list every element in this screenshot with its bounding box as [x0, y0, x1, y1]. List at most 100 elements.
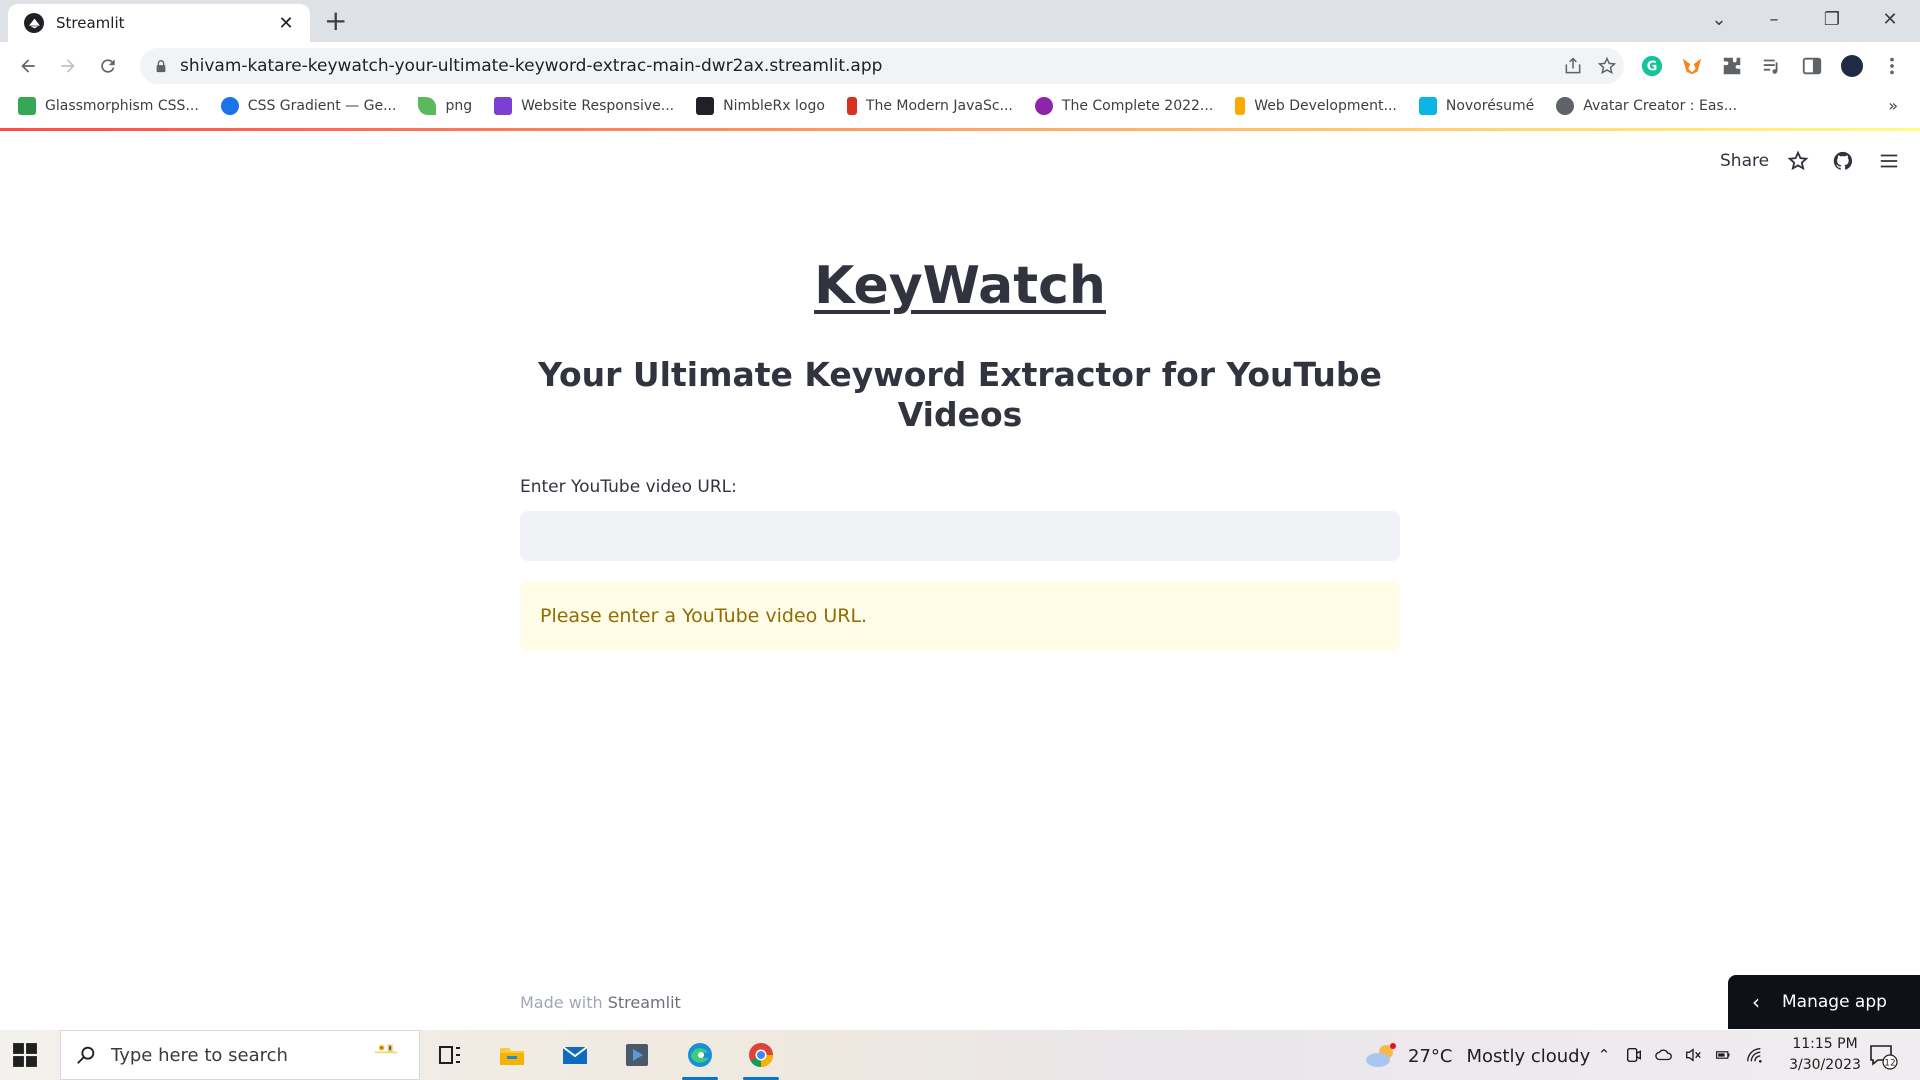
- battery-icon[interactable]: [1713, 1045, 1733, 1065]
- lock-icon: [156, 60, 166, 73]
- system-clock[interactable]: 11:15 PM 3/30/2023: [1770, 1034, 1880, 1076]
- reload-icon[interactable]: [94, 52, 122, 80]
- clock-time: 11:15 PM: [1792, 1036, 1858, 1052]
- clock-date: 3/30/2023: [1789, 1057, 1861, 1073]
- tab-streamlit[interactable]: Streamlit ✕: [8, 4, 310, 42]
- taskbar-search-box[interactable]: Type here to search: [60, 1030, 420, 1080]
- restore-icon[interactable]: ❐: [1812, 6, 1852, 34]
- extensions-puzzle-icon[interactable]: [1720, 54, 1744, 78]
- favorite-star-icon[interactable]: [1785, 148, 1811, 174]
- partly-cloudy-icon: [1366, 1043, 1396, 1067]
- show-hidden-icons-chevron-icon[interactable]: ⌃: [1594, 1045, 1614, 1065]
- bookmarks-bar: Glassmorphism CSS... CSS Gradient — Ge..…: [0, 90, 1920, 122]
- new-tab-button[interactable]: +: [324, 6, 347, 36]
- manage-app-button[interactable]: ‹ Manage app: [1728, 975, 1920, 1029]
- tab-title: Streamlit: [56, 14, 125, 32]
- globe-favicon-icon: [1556, 97, 1575, 115]
- github-icon[interactable]: [1830, 148, 1856, 174]
- tab-close-icon[interactable]: ✕: [274, 13, 298, 34]
- sunflower-painting-search-highlight-icon: [375, 1044, 397, 1054]
- app-subtitle: Your Ultimate Keyword Extractor for YouT…: [538, 355, 1382, 434]
- share-button[interactable]: Share: [1720, 151, 1769, 171]
- minimize-icon[interactable]: –: [1754, 6, 1794, 34]
- browser-tabstrip: Streamlit ✕ + ⌄ – ❐ ✕: [0, 0, 1920, 42]
- bookmark-item[interactable]: Glassmorphism CSS...: [18, 97, 199, 115]
- warning-alert: Please enter a YouTube video URL.: [520, 580, 1400, 651]
- novoresume-favicon-icon: [1418, 97, 1437, 115]
- bookmark-item[interactable]: The Complete 2022...: [1034, 97, 1214, 115]
- address-bar[interactable]: shivam-katare-keywatch-your-ultimate-key…: [140, 48, 1624, 84]
- footer-streamlit-link[interactable]: Streamlit: [608, 993, 681, 1012]
- windows-taskbar: Type here to search 27°C Mostly cloudy ⌃: [0, 1030, 1920, 1080]
- app-pinned-icon[interactable]: [613, 1035, 661, 1075]
- mail-icon[interactable]: [551, 1035, 599, 1075]
- search-placeholder: Type here to search: [111, 1044, 288, 1066]
- bookmark-label: NimbleRx logo: [723, 98, 825, 114]
- notification-count: 12: [1884, 1059, 1895, 1069]
- onedrive-cloud-icon[interactable]: [1654, 1045, 1674, 1065]
- edge-browser-icon[interactable]: [676, 1035, 724, 1080]
- web-development-favicon-icon: [1235, 97, 1246, 115]
- bookmark-item[interactable]: NimbleRx logo: [696, 97, 825, 115]
- forward-icon[interactable]: [54, 52, 82, 80]
- bookmark-item[interactable]: Novorésumé: [1418, 97, 1535, 115]
- close-window-icon[interactable]: ✕: [1870, 6, 1910, 34]
- bookmark-label: Avatar Creator : Eas...: [1583, 98, 1738, 114]
- css-gradient-favicon-icon: [220, 97, 239, 115]
- bookmark-item[interactable]: The Modern JavaSc...: [846, 97, 1013, 115]
- bookmark-label: Glassmorphism CSS...: [45, 98, 199, 114]
- metamask-icon[interactable]: [1680, 54, 1704, 78]
- tab-search-chevron-icon[interactable]: ⌄: [1699, 6, 1739, 34]
- bookmark-label: The Complete 2022...: [1061, 98, 1214, 114]
- bookmark-label: Novorésumé: [1445, 98, 1535, 114]
- bookmark-star-icon[interactable]: [1590, 49, 1624, 83]
- chevron-left-icon: ‹: [1752, 990, 1760, 1014]
- weather-temp: 27°C: [1408, 1045, 1453, 1067]
- notification-center-icon[interactable]: 12: [1868, 1042, 1898, 1070]
- glassmorphism-favicon-icon: [18, 97, 36, 115]
- media-control-icon[interactable]: [1760, 54, 1784, 78]
- back-icon[interactable]: [14, 52, 42, 80]
- bookmark-label: Web Development...: [1254, 98, 1397, 114]
- file-explorer-icon[interactable]: [488, 1035, 536, 1075]
- browser-toolbar: shivam-katare-keywatch-your-ultimate-key…: [0, 42, 1920, 90]
- weather-widget[interactable]: 27°C Mostly cloudy: [1364, 1042, 1590, 1070]
- bookmark-item[interactable]: png: [418, 97, 472, 115]
- task-view-icon[interactable]: [426, 1035, 474, 1075]
- javascript-course-favicon-icon: [846, 97, 857, 115]
- more-bookmarks-chevron-icon[interactable]: »: [1888, 96, 1898, 115]
- chrome-menu-icon[interactable]: [1880, 54, 1904, 78]
- url-text: shivam-katare-keywatch-your-ultimate-key…: [180, 56, 883, 76]
- wifi-icon[interactable]: [1744, 1045, 1764, 1065]
- meet-now-icon[interactable]: [1624, 1045, 1644, 1065]
- url-input-label: Enter YouTube video URL:: [520, 476, 737, 497]
- bookmark-label: png: [445, 98, 473, 114]
- volume-muted-icon[interactable]: [1683, 1045, 1703, 1065]
- bookmark-item[interactable]: Avatar Creator : Eas...: [1556, 97, 1737, 115]
- svg-text:G: G: [1647, 60, 1658, 75]
- bookmark-item[interactable]: CSS Gradient — Ge...: [220, 97, 397, 115]
- bookmark-label: CSS Gradient — Ge...: [247, 98, 397, 114]
- hamburger-menu-icon[interactable]: [1876, 148, 1902, 174]
- bookmark-item[interactable]: Website Responsive...: [494, 97, 674, 115]
- main-block: KeyWatch Your Ultimate Keyword Extractor…: [520, 255, 1400, 651]
- app-title: KeyWatch: [814, 256, 1106, 316]
- warning-text: Please enter a YouTube video URL.: [540, 604, 868, 627]
- streamlit-favicon-icon: [24, 13, 44, 33]
- side-panel-icon[interactable]: [1800, 54, 1824, 78]
- weather-description: Mostly cloudy: [1466, 1045, 1591, 1067]
- profile-avatar-icon[interactable]: [1840, 54, 1864, 78]
- windows-start-icon[interactable]: [12, 1042, 38, 1068]
- youtube-url-input[interactable]: [520, 510, 1400, 561]
- website-responsive-favicon-icon: [494, 97, 513, 115]
- nimblerx-favicon-icon: [696, 97, 715, 115]
- bookmark-item[interactable]: Web Development...: [1235, 97, 1397, 115]
- grammarly-icon[interactable]: G: [1640, 54, 1664, 78]
- footer-prefix: Made with: [520, 993, 608, 1012]
- bookmark-label: Website Responsive...: [521, 98, 675, 114]
- leaf-favicon-icon: [418, 97, 437, 115]
- udemy-favicon-icon: [1034, 97, 1053, 115]
- chrome-icon[interactable]: [737, 1035, 785, 1080]
- bookmark-label: The Modern JavaSc...: [865, 98, 1013, 114]
- share-page-icon[interactable]: [1556, 49, 1590, 83]
